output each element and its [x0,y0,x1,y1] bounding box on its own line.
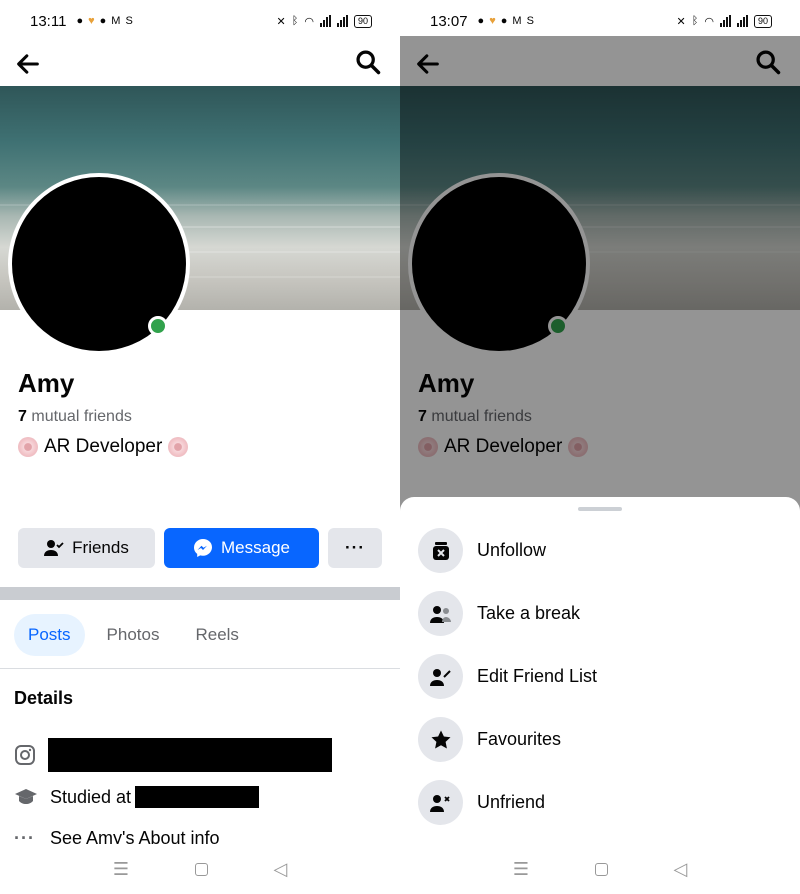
unfollow-icon [418,528,463,573]
status-time: 13:11 [30,12,67,30]
friends-label: Friends [72,538,129,557]
sheet-item-label: Take a break [477,603,581,623]
home-nav-icon[interactable] [594,862,608,876]
back-arrow-icon[interactable] [14,50,42,78]
detail-instagram[interactable] [14,738,332,772]
chat-icon: ● [76,15,84,27]
studied-label: Studied at [50,786,132,807]
redacted-school [135,786,260,808]
sheet-item-edit-friend-list[interactable]: Edit Friend List [418,654,597,699]
mutual-count: 7 [18,408,27,425]
bio-text: AR Developer [44,436,163,457]
battery-icon: 90 [753,14,772,28]
home-nav-icon[interactable] [194,862,208,876]
unfriend-icon [418,780,463,825]
back-nav-icon[interactable]: ◁ [673,859,687,880]
mail-icon: M [111,15,121,27]
notification-icons: ● ♥ ● M S [76,15,132,27]
message-button[interactable]: Message [164,528,319,568]
mail-icon: M [512,15,522,27]
wifi-icon: ◠ [704,15,714,28]
sheet-item-label: Unfollow [477,540,547,560]
flower-emoji-icon [18,437,38,457]
chat-icon: ● [477,15,485,27]
system-icons: ✕ ᛒ ◠ 90 [676,14,772,28]
details-title: Details [14,688,74,708]
instagram-icon [15,745,35,765]
system-icons: ✕ ᛒ ◠ 90 [276,14,372,28]
profile-screen-with-menu: 13:07 ● ♥ ● M S ✕ ᛒ ◠ 90 Amy 7 mutual fr… [400,0,800,894]
sheet-item-unfriend[interactable]: Unfriend [418,780,545,825]
sheet-item-take-a-break[interactable]: Take a break [418,591,580,636]
detail-education[interactable]: Studied at [14,786,260,808]
message-label: Message [221,538,290,557]
tabs-divider [0,668,400,669]
system-nav-bar: ☰ ◁ [400,844,800,894]
bluetooth-icon: ᛒ [691,15,699,27]
notification-icons: ● ♥ ● M S [478,15,534,27]
tab-posts[interactable]: Posts [14,614,85,656]
signal-icon [319,15,331,27]
status-bar: 13:11 ● ♥ ● M S ✕ ᛒ ◠ 90 [0,0,400,42]
tab-reels[interactable]: Reels [181,614,252,656]
search-icon[interactable] [354,48,382,76]
mutual-label: mutual friends [31,408,132,425]
signal-icon-2 [336,15,348,27]
menu-nav-icon[interactable]: ☰ [113,859,129,880]
edit-friend-list-icon [418,654,463,699]
s-icon: S [125,15,133,27]
tab-photos[interactable]: Photos [93,614,174,656]
flower-emoji-icon [168,437,189,457]
s-icon: S [526,15,534,27]
profile-bio: AR Developer [18,436,189,458]
top-nav [0,42,400,86]
sheet-item-favourites[interactable]: Favourites [418,717,561,762]
friends-button[interactable]: Friends [18,528,155,568]
profile-name: Amy [18,368,75,398]
battery-icon: 90 [353,14,372,28]
section-divider [0,587,400,600]
sheet-item-label: Favourites [477,729,562,749]
friend-check-icon [44,540,64,556]
more-icon: ··· [345,538,365,557]
sheet-item-unfollow[interactable]: Unfollow [418,528,546,573]
profile-tabs: Posts Photos Reels [14,614,253,656]
graduation-cap-icon [15,789,37,804]
mute-icon: ✕ [676,15,686,28]
sheet-item-label: Unfriend [477,792,546,812]
wifi-icon: ◠ [304,15,314,28]
back-nav-icon[interactable]: ◁ [273,859,287,880]
online-status-dot [148,316,168,336]
heart-icon: ♥ [489,15,496,27]
status-time: 13:07 [430,12,468,30]
signal-icon [719,15,731,27]
messenger-icon [194,539,212,557]
heart-icon: ♥ [88,15,95,27]
star-icon [418,717,463,762]
system-nav-bar: ☰ ◁ [0,844,400,894]
mute-icon: ✕ [276,15,286,28]
friend-options-sheet: Unfollow Take a break Edit Friend List F… [400,497,800,894]
more-button[interactable]: ··· [328,528,382,568]
mutual-friends[interactable]: 7 mutual friends [18,408,132,426]
profile-screen: 13:11 ● ♥ ● M S ✕ ᛒ ◠ 90 Amy 7 mutual fr… [0,0,400,894]
take-break-icon [418,591,463,636]
app-icon: ● [500,15,508,27]
profile-actions: Friends Message ··· [18,528,382,568]
signal-icon-2 [736,15,748,27]
bluetooth-icon: ᛒ [291,15,299,27]
redacted-instagram-handle [48,738,332,772]
sheet-item-label: Edit Friend List [477,666,598,686]
menu-nav-icon[interactable]: ☰ [513,859,529,880]
app-icon: ● [99,15,107,27]
sheet-drag-handle[interactable] [578,507,622,511]
